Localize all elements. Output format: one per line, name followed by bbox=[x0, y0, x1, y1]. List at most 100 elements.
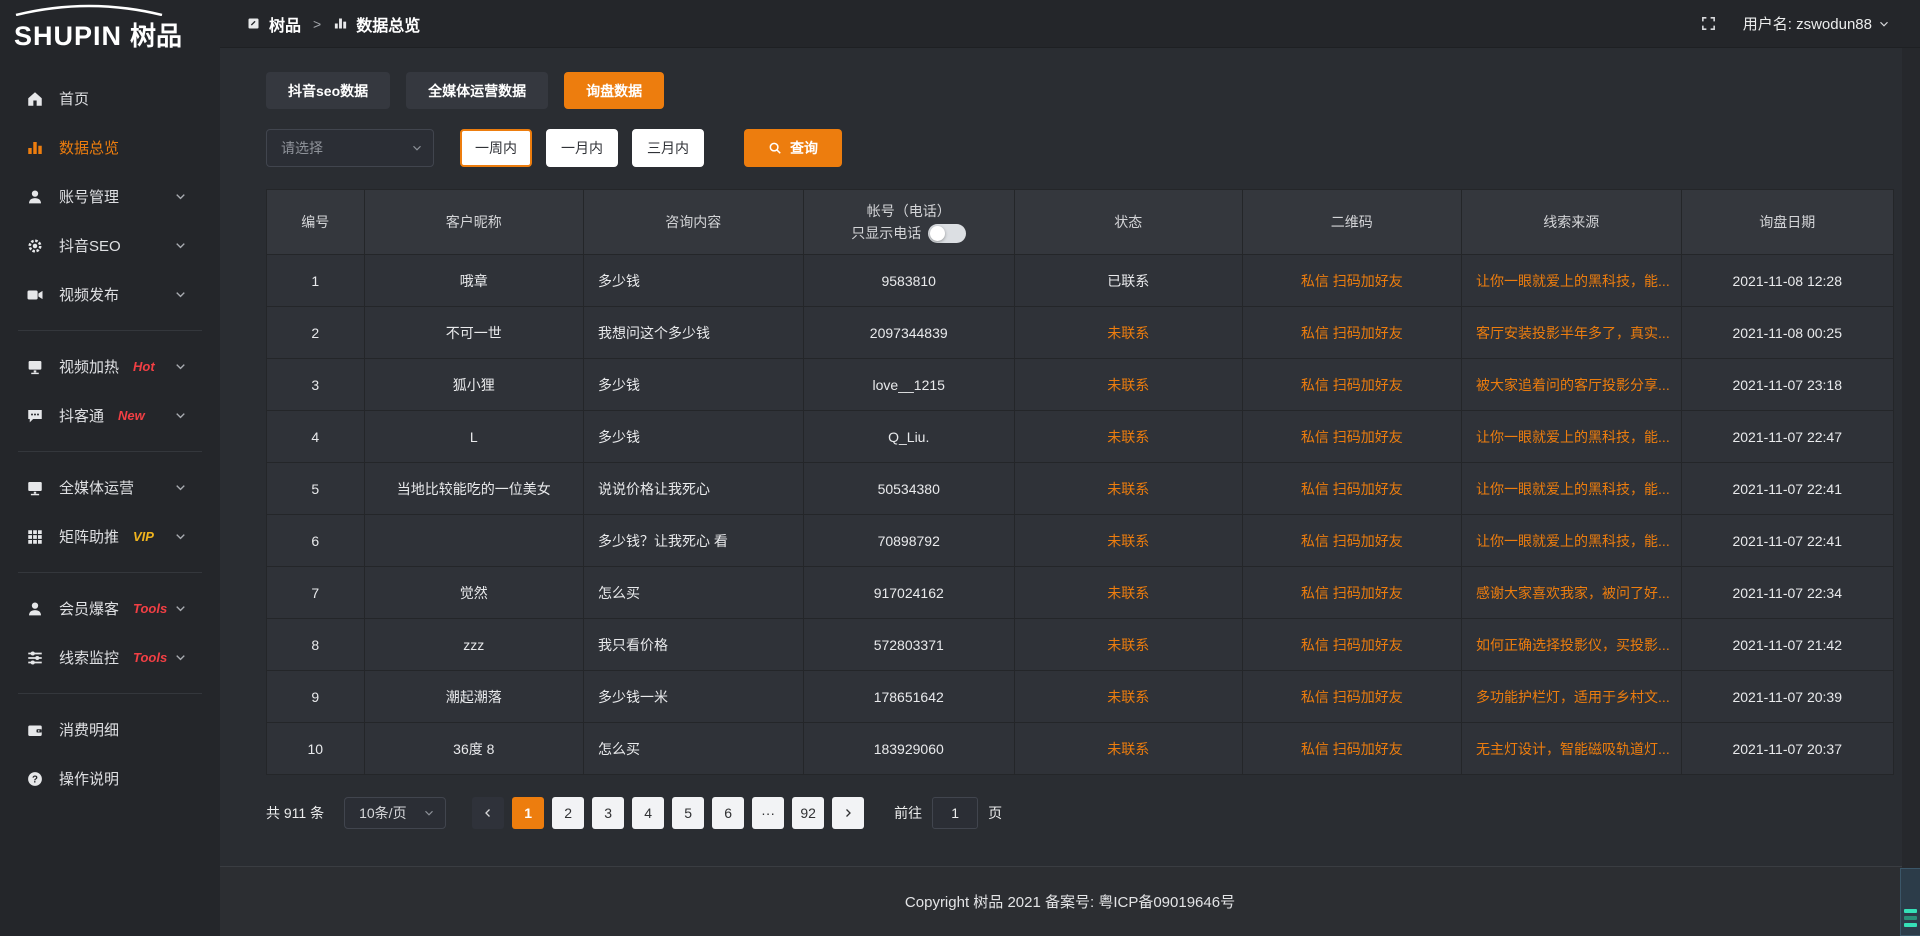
column-header-date: 询盘日期 bbox=[1682, 190, 1893, 254]
cell-source[interactable]: 被大家追着问的客厅投影分享... bbox=[1462, 359, 1682, 410]
sidebar-item-video-heat[interactable]: 视频加热Hot bbox=[0, 342, 220, 391]
logo-text-en: SHUPIN bbox=[14, 21, 122, 51]
query-button-label: 查询 bbox=[790, 138, 818, 158]
cell-qr[interactable]: 私信 扫码加好友 bbox=[1243, 723, 1463, 774]
sliders-icon bbox=[26, 649, 44, 667]
filter-select[interactable]: 请选择 bbox=[266, 129, 434, 167]
page-1[interactable]: 1 bbox=[512, 797, 544, 829]
cell-source[interactable]: 客厅安装投影半年多了，真实... bbox=[1462, 307, 1682, 358]
column-header-qr: 二维码 bbox=[1243, 190, 1463, 254]
sidebar-item-matrix-boost[interactable]: 矩阵助推VIP bbox=[0, 512, 220, 561]
chat-icon bbox=[26, 407, 44, 425]
fullscreen-icon[interactable] bbox=[1700, 15, 1717, 32]
column-header-status: 状态 bbox=[1015, 190, 1243, 254]
cell-status: 未联系 bbox=[1015, 411, 1243, 462]
tab-douyin-seo-data[interactable]: 抖音seo数据 bbox=[266, 72, 390, 109]
column-header-content: 咨询内容 bbox=[584, 190, 804, 254]
column-header-source: 线索来源 bbox=[1462, 190, 1682, 254]
cell-qr[interactable]: 私信 扫码加好友 bbox=[1243, 515, 1463, 566]
cell-source[interactable]: 让你一眼就爱上的黑科技，能... bbox=[1462, 515, 1682, 566]
sidebar-item-douketong[interactable]: 抖客通New bbox=[0, 391, 220, 440]
sidebar-item-label: 全媒体运营 bbox=[59, 477, 134, 498]
next-page-button[interactable] bbox=[832, 797, 864, 829]
breadcrumb-root[interactable]: 树品 bbox=[269, 12, 301, 36]
sidebar-item-member-baoke[interactable]: 会员爆客Tools bbox=[0, 584, 220, 633]
logo-text-cn: 树品 bbox=[130, 21, 182, 51]
widget-stripe bbox=[1904, 923, 1917, 927]
cell-source[interactable]: 让你一眼就爱上的黑科技，能... bbox=[1462, 255, 1682, 306]
cell-account: 178651642 bbox=[804, 671, 1015, 722]
sidebar-item-video-publish[interactable]: 视频发布 bbox=[0, 270, 220, 319]
phone-only-toggle[interactable] bbox=[928, 224, 966, 243]
page-ellipsis[interactable]: ··· bbox=[752, 797, 784, 829]
sidebar-item-label: 首页 bbox=[59, 88, 89, 109]
sidebar-divider bbox=[18, 451, 202, 452]
filter-bar: 请选择 一周内一月内三月内 查询 bbox=[266, 129, 1894, 167]
page-6[interactable]: 6 bbox=[712, 797, 744, 829]
goto-suffix: 页 bbox=[988, 803, 1002, 823]
cell-qr[interactable]: 私信 扫码加好友 bbox=[1243, 359, 1463, 410]
cell-qr[interactable]: 私信 扫码加好友 bbox=[1243, 619, 1463, 670]
query-button[interactable]: 查询 bbox=[744, 129, 842, 167]
cell-qr[interactable]: 私信 扫码加好友 bbox=[1243, 671, 1463, 722]
tab-omnimedia-operation-data[interactable]: 全媒体运营数据 bbox=[406, 72, 548, 109]
cell-nickname: 当地比较能吃的一位美女 bbox=[365, 463, 585, 514]
page-5[interactable]: 5 bbox=[672, 797, 704, 829]
sidebar-item-data-overview[interactable]: 数据总览 bbox=[0, 123, 220, 172]
cell-qr[interactable]: 私信 扫码加好友 bbox=[1243, 255, 1463, 306]
page-size-select[interactable]: 10条/页 bbox=[344, 797, 446, 829]
cell-nickname bbox=[365, 515, 585, 566]
chevron-down-icon bbox=[174, 409, 187, 422]
cell-account: 572803371 bbox=[804, 619, 1015, 670]
sidebar-item-clue-monitor[interactable]: 线索监控Tools bbox=[0, 633, 220, 682]
cell-qr[interactable]: 私信 扫码加好友 bbox=[1243, 567, 1463, 618]
sidebar-item-home[interactable]: 首页 bbox=[0, 74, 220, 123]
cell-source[interactable]: 让你一眼就爱上的黑科技，能... bbox=[1462, 463, 1682, 514]
sidebar-item-label: 矩阵助推 bbox=[59, 526, 119, 547]
phone-only-toggle-row: 只显示电话 bbox=[851, 222, 966, 244]
sidebar-item-omnimedia-operation[interactable]: 全媒体运营 bbox=[0, 463, 220, 512]
chevron-down-icon bbox=[1878, 18, 1890, 30]
cell-source[interactable]: 多功能护栏灯，适用于乡村文... bbox=[1462, 671, 1682, 722]
chevron-down-icon bbox=[174, 190, 187, 203]
user-menu[interactable]: 用户名: zswodun88 bbox=[1743, 13, 1890, 34]
cell-content: 多少钱 bbox=[584, 411, 804, 462]
cell-date: 2021-11-07 22:47 bbox=[1682, 411, 1893, 462]
cell-nickname: 潮起潮落 bbox=[365, 671, 585, 722]
page-buttons: 123456···92 bbox=[512, 797, 832, 829]
cell-source[interactable]: 如何正确选择投影仪，买投影... bbox=[1462, 619, 1682, 670]
sidebar-item-operation-guide[interactable]: ?操作说明 bbox=[0, 754, 220, 803]
sidebar-item-account-management[interactable]: 账号管理 bbox=[0, 172, 220, 221]
cell-qr[interactable]: 私信 扫码加好友 bbox=[1243, 463, 1463, 514]
cell-qr[interactable]: 私信 扫码加好友 bbox=[1243, 411, 1463, 462]
range-week[interactable]: 一周内 bbox=[460, 129, 532, 167]
page-2[interactable]: 2 bbox=[552, 797, 584, 829]
cell-source[interactable]: 感谢大家喜欢我家，被问了好... bbox=[1462, 567, 1682, 618]
prev-page-button[interactable] bbox=[472, 797, 504, 829]
gear-icon bbox=[26, 237, 44, 255]
range-month[interactable]: 一月内 bbox=[546, 129, 618, 167]
table-row: 5当地比较能吃的一位美女说说价格让我死心50534380未联系私信 扫码加好友让… bbox=[267, 462, 1893, 514]
chevron-left-icon bbox=[482, 807, 494, 819]
grid-icon bbox=[26, 528, 44, 546]
scrollbar-track[interactable] bbox=[1902, 48, 1920, 936]
cell-source[interactable]: 无主灯设计，智能磁吸轨道灯... bbox=[1462, 723, 1682, 774]
range-quarter[interactable]: 三月内 bbox=[632, 129, 704, 167]
page-3[interactable]: 3 bbox=[592, 797, 624, 829]
cell-qr[interactable]: 私信 扫码加好友 bbox=[1243, 307, 1463, 358]
page-4[interactable]: 4 bbox=[632, 797, 664, 829]
cell-source[interactable]: 让你一眼就爱上的黑科技，能... bbox=[1462, 411, 1682, 462]
cell-date: 2021-11-07 20:39 bbox=[1682, 671, 1893, 722]
user-icon bbox=[26, 188, 44, 206]
sidebar-item-consumption-detail[interactable]: 消费明细 bbox=[0, 705, 220, 754]
goto-label: 前往 bbox=[894, 803, 922, 823]
goto-page-input[interactable]: 1 bbox=[932, 797, 978, 829]
sidebar-item-label: 视频发布 bbox=[59, 284, 119, 305]
cell-nickname: 不可一世 bbox=[365, 307, 585, 358]
sidebar-item-douyin-seo[interactable]: 抖音SEO bbox=[0, 221, 220, 270]
table-row: 3狐小狸多少钱love__1215未联系私信 扫码加好友被大家追着问的客厅投影分… bbox=[267, 358, 1893, 410]
floating-widget[interactable] bbox=[1900, 868, 1920, 936]
page-92[interactable]: 92 bbox=[792, 797, 824, 829]
tab-inquiry-data[interactable]: 询盘数据 bbox=[564, 72, 664, 109]
badge-hot: Hot bbox=[133, 359, 155, 374]
